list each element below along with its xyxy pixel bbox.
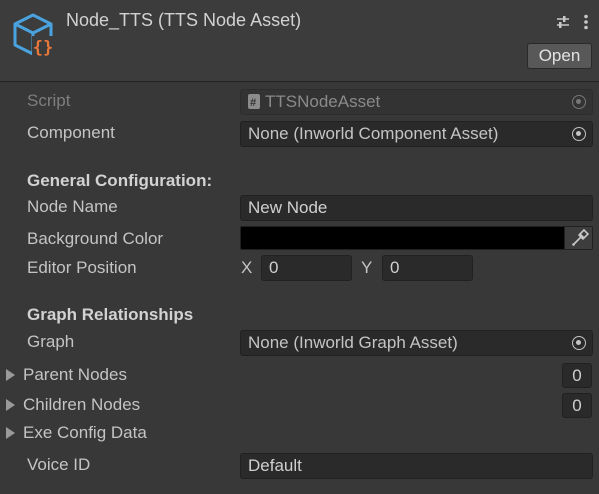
children-nodes-size-input[interactable]: 0 bbox=[562, 393, 592, 418]
voice-id-input[interactable]: Default bbox=[240, 453, 593, 479]
sliders-icon[interactable] bbox=[555, 12, 571, 32]
x-label[interactable]: X bbox=[241, 255, 252, 281]
y-label[interactable]: Y bbox=[361, 255, 372, 281]
object-picker-icon bbox=[572, 95, 586, 109]
node-asset-icon: {} bbox=[13, 13, 54, 58]
foldout-arrow-icon[interactable] bbox=[6, 369, 15, 381]
component-value: None (Inworld Component Asset) bbox=[248, 124, 499, 143]
script-file-icon bbox=[248, 91, 260, 114]
exe-config-data-label: Exe Config Data bbox=[23, 423, 147, 442]
script-value: TTSNodeAsset bbox=[265, 92, 381, 111]
graph-field[interactable]: None (Inworld Graph Asset) bbox=[240, 330, 593, 356]
svg-text:{}: {} bbox=[33, 38, 53, 58]
component-label: Component bbox=[27, 123, 115, 142]
object-picker-icon[interactable] bbox=[572, 127, 586, 141]
node-name-label: Node Name bbox=[27, 197, 118, 216]
voice-id-label: Voice ID bbox=[27, 455, 91, 474]
background-color-label: Background Color bbox=[27, 229, 164, 248]
editor-position-label: Editor Position bbox=[27, 258, 137, 277]
script-label: Script bbox=[27, 91, 71, 110]
graph-relationships-heading: Graph Relationships bbox=[27, 305, 194, 324]
parent-nodes-label: Parent Nodes bbox=[23, 365, 127, 384]
node-name-input[interactable]: New Node bbox=[240, 195, 593, 221]
graph-value: None (Inworld Graph Asset) bbox=[248, 333, 458, 352]
parent-nodes-foldout[interactable]: Parent Nodes bbox=[6, 362, 127, 388]
children-nodes-label: Children Nodes bbox=[23, 395, 141, 414]
component-field[interactable]: None (Inworld Component Asset) bbox=[240, 121, 593, 147]
x-input[interactable]: 0 bbox=[261, 255, 352, 281]
y-input[interactable]: 0 bbox=[382, 255, 473, 281]
kebab-menu-icon[interactable] bbox=[578, 12, 594, 32]
background-color-field[interactable] bbox=[240, 226, 593, 250]
inspector-header: {} Node_TTS (TTS Node Asset) Open bbox=[0, 0, 599, 82]
children-nodes-foldout[interactable]: Children Nodes bbox=[6, 392, 140, 418]
graph-label: Graph bbox=[27, 332, 75, 351]
eyedropper-icon[interactable] bbox=[564, 227, 592, 249]
foldout-arrow-icon[interactable] bbox=[6, 427, 15, 439]
asset-title: Node_TTS (TTS Node Asset) bbox=[66, 10, 302, 30]
foldout-arrow-icon[interactable] bbox=[6, 399, 15, 411]
general-configuration-heading: General Configuration: bbox=[27, 171, 213, 190]
open-button[interactable]: Open bbox=[527, 43, 592, 69]
object-picker-icon[interactable] bbox=[572, 336, 586, 350]
parent-nodes-size-input[interactable]: 0 bbox=[562, 363, 592, 388]
script-field: TTSNodeAsset bbox=[240, 89, 593, 115]
exe-config-data-foldout[interactable]: Exe Config Data bbox=[6, 420, 147, 446]
